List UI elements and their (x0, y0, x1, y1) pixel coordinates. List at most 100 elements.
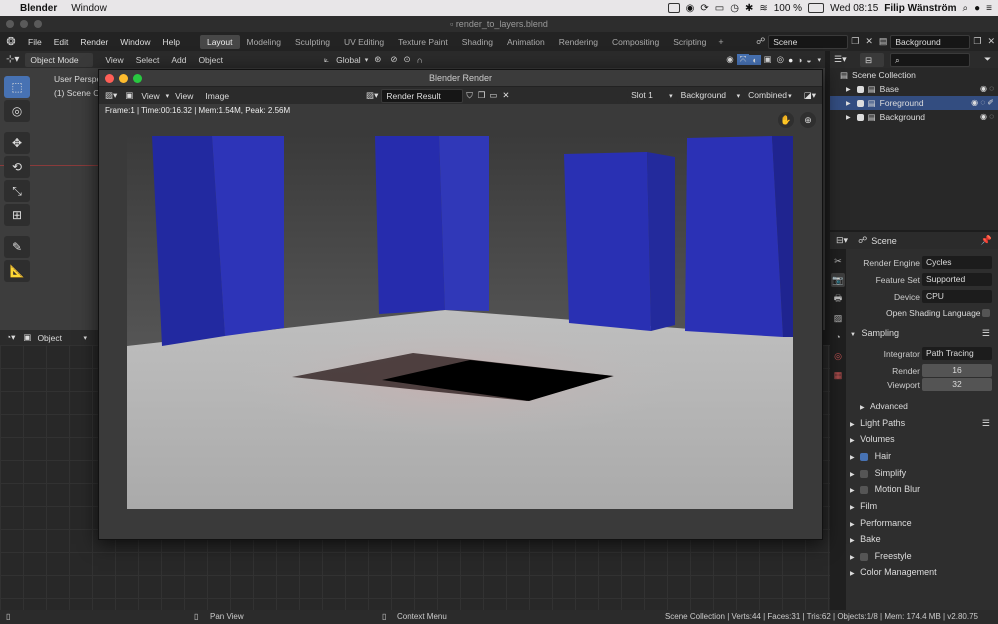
shading-wire-icon[interactable]: ◎ (775, 54, 786, 65)
scene-selector[interactable]: Scene (768, 34, 849, 49)
include-checkbox[interactable] (856, 99, 864, 107)
tab-rendering[interactable]: Rendering (552, 35, 605, 49)
visibility-toggle-icon[interactable]: ◉ ◌ ✐ (971, 98, 994, 107)
tab-texture-paint[interactable]: Texture Paint (391, 35, 455, 49)
blender-logo-icon[interactable]: ❂ (0, 35, 22, 48)
tab-layout[interactable]: Layout (199, 34, 240, 49)
pivot-icon[interactable]: ⊛ (368, 54, 387, 65)
shading-solid-icon[interactable]: ● (786, 55, 795, 65)
annotate-icon[interactable]: ✎ (4, 236, 30, 258)
airplay-icon[interactable]: ▭ (715, 3, 724, 14)
window-menu[interactable]: Window (71, 3, 107, 14)
freestyle-checkbox[interactable] (860, 552, 869, 561)
falloff-icon[interactable]: ∩ (414, 55, 426, 65)
render-tab-icon[interactable]: 📷 (831, 273, 845, 287)
render-window-titlebar[interactable]: Blender Render (99, 70, 822, 87)
outliner-search-input[interactable]: ⌕ (890, 53, 970, 67)
move-icon[interactable]: ✥ (4, 132, 30, 154)
steam-icon[interactable]: ◉ (686, 3, 695, 14)
window-menu-blender[interactable]: Window (114, 37, 156, 47)
display-channels-icon[interactable]: ◪▾ (798, 90, 822, 101)
orientation-icon[interactable]: ⟀ (321, 54, 332, 65)
expand-icon[interactable]: ▶ (846, 114, 851, 121)
shading-rendered-icon[interactable]: ◒ (804, 55, 813, 65)
sync-icon[interactable]: ⟳ (700, 3, 708, 14)
properties-editor-icon[interactable]: ⊟▾ (830, 235, 854, 246)
user-label[interactable]: Filip Wänström (884, 3, 956, 14)
minimize-render-button[interactable] (119, 74, 128, 83)
integrator-dropdown[interactable]: Path Tracing (922, 347, 992, 360)
viewport-view-menu[interactable]: View (99, 55, 129, 65)
cursor-icon[interactable]: ◎ (4, 100, 30, 122)
motion-blur-checkbox[interactable] (860, 485, 869, 494)
delete-layer-icon[interactable]: ✕ (984, 36, 998, 47)
siri-icon[interactable]: ● (974, 3, 980, 14)
simplify-checkbox[interactable] (860, 469, 869, 478)
new-scene-icon[interactable]: ❐ (848, 36, 862, 47)
select-box-icon[interactable]: ⬚ (4, 76, 30, 98)
gizmo-icon[interactable]: ⤧ (736, 54, 750, 65)
scale-icon[interactable]: ⤡ (4, 180, 30, 202)
view-layer-tab-icon[interactable]: ▨ (831, 311, 845, 325)
tool-tab-icon[interactable]: ✂ (831, 254, 845, 268)
feature-set-dropdown[interactable]: Supported (922, 273, 992, 286)
zoom-window-button[interactable] (34, 20, 42, 28)
render-engine-dropdown[interactable]: Cycles (922, 256, 992, 269)
image-browse-icon[interactable]: ▨▾ (363, 90, 381, 101)
visibility-icon[interactable]: ◉ (723, 54, 736, 65)
pass-selector[interactable]: Combined (744, 88, 789, 103)
add-workspace-icon[interactable]: + (713, 37, 728, 47)
fake-user-icon[interactable]: ⛉ (463, 90, 475, 101)
slot-selector[interactable]: Slot 1 (627, 88, 670, 103)
minimize-window-button[interactable] (20, 20, 28, 28)
scene-icon[interactable]: ☍ (753, 36, 768, 47)
advanced-subpanel[interactable]: ▶ Advanced (860, 398, 998, 414)
edit-menu[interactable]: Edit (48, 37, 75, 47)
app-menu[interactable]: Blender (20, 3, 57, 14)
measure-icon[interactable]: 📐 (4, 260, 30, 282)
volumes-panel[interactable]: ▶ Volumes (850, 431, 996, 447)
delete-scene-icon[interactable]: ✕ (862, 36, 876, 47)
presets-icon[interactable]: ☰ (982, 415, 990, 431)
world-tab-icon[interactable]: ◎ (831, 349, 845, 363)
bluetooth-icon[interactable]: ✱ (745, 3, 753, 14)
viewport-add-menu[interactable]: Add (165, 55, 192, 65)
render-result-image[interactable] (127, 133, 793, 509)
tab-sculpting[interactable]: Sculpting (288, 35, 337, 49)
unlink-image-icon[interactable]: ✕ (499, 90, 512, 101)
viewport-object-menu[interactable]: Object (192, 55, 229, 65)
light-paths-panel[interactable]: ▶ Light Paths ☰ (850, 415, 996, 431)
scene-tab-icon[interactable]: ◔ (831, 330, 845, 344)
display-icon[interactable] (667, 3, 680, 13)
image-menu[interactable]: Image (199, 91, 235, 101)
rotate-icon[interactable]: ⟲ (4, 156, 30, 178)
device-dropdown[interactable]: CPU (922, 290, 992, 303)
bake-panel[interactable]: ▶ Bake (850, 531, 996, 547)
zoom-render-button[interactable] (133, 74, 142, 83)
lower-editor-type-icon[interactable]: ◔▾ (0, 332, 21, 343)
sampling-panel-header[interactable]: ▼ Sampling ☰ (850, 325, 996, 341)
open-image-icon[interactable]: ▭ (487, 90, 499, 101)
image-editor-type-icon[interactable]: ▨▾ (99, 90, 123, 101)
include-checkbox[interactable] (856, 85, 864, 93)
outliner-item-background[interactable]: ▶ ▤ Background ◉ ◌ (830, 110, 998, 124)
film-panel[interactable]: ▶ Film (850, 498, 996, 514)
image-name-field[interactable]: Render Result (381, 88, 464, 103)
render-menu[interactable]: Render (74, 37, 114, 47)
duplicate-image-icon[interactable]: ❐ (476, 90, 488, 101)
mode-selector[interactable]: Object Mode (25, 52, 94, 67)
viewport-samples-field[interactable]: 32 (922, 378, 992, 391)
orientation-selector[interactable]: Global (332, 55, 365, 65)
freestyle-panel[interactable]: ▶ Freestyle (850, 548, 996, 564)
visibility-toggle-icon[interactable]: ◉ ◌ (980, 112, 994, 121)
transform-icon[interactable]: ⊞ (4, 204, 30, 226)
tab-modeling[interactable]: Modeling (240, 35, 289, 49)
hair-panel[interactable]: ▶ Hair (850, 448, 996, 464)
performance-panel[interactable]: ▶ Performance (850, 515, 996, 531)
viewport-select-menu[interactable]: Select (130, 55, 166, 65)
outliner-item-base[interactable]: ▶ ▤ Base ◉ ◌ (830, 82, 998, 96)
tab-compositing[interactable]: Compositing (605, 35, 666, 49)
close-render-button[interactable] (105, 74, 114, 83)
proportional-edit-icon[interactable]: ⊙ (400, 54, 413, 65)
overlay-icon[interactable]: ◐ (749, 54, 761, 65)
